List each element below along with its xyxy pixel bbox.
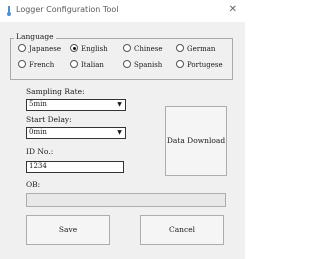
- data-download-button[interactable]: Data Download: [165, 106, 227, 176]
- dropdown-arrow-icon: ▼: [117, 101, 122, 108]
- radio-indicator: [70, 60, 78, 68]
- radio-german[interactable]: German: [176, 44, 215, 53]
- language-legend: Language: [14, 32, 56, 41]
- radio-chinese[interactable]: Chinese: [123, 44, 163, 53]
- radio-indicator: [123, 44, 131, 52]
- radio-portugese[interactable]: Portugese: [176, 60, 223, 69]
- radio-indicator-selected: [70, 44, 78, 52]
- thermometer-icon: [7, 6, 11, 16]
- sampling-rate-label: Sampling Rate:: [26, 87, 85, 96]
- radio-italian[interactable]: Italian: [70, 60, 104, 69]
- sampling-rate-value: 5min: [29, 100, 47, 108]
- sampling-rate-select[interactable]: 5min ▼: [26, 99, 126, 111]
- radio-indicator: [123, 60, 131, 68]
- id-no-value: 1234: [29, 162, 47, 170]
- radio-indicator: [18, 60, 26, 68]
- radio-indicator: [176, 44, 184, 52]
- start-delay-select[interactable]: 0min ▼: [26, 127, 126, 139]
- dropdown-arrow-icon: ▼: [117, 129, 122, 136]
- close-icon[interactable]: ✕: [229, 4, 237, 15]
- id-no-label: ID No.:: [26, 147, 54, 156]
- path-label: OB:: [26, 180, 41, 189]
- start-delay-label: Start Delay:: [26, 115, 72, 124]
- cancel-button[interactable]: Cancel: [140, 215, 224, 245]
- save-button[interactable]: Save: [26, 215, 110, 245]
- radio-japanese[interactable]: Japanese: [18, 44, 61, 53]
- path-field: [26, 193, 226, 207]
- radio-spanish[interactable]: Spanish: [123, 60, 162, 69]
- window-title: Logger Configuration Tool: [16, 5, 119, 14]
- start-delay-value: 0min: [29, 128, 47, 136]
- radio-french[interactable]: French: [18, 60, 54, 69]
- radio-indicator: [176, 60, 184, 68]
- title-bar: Logger Configuration Tool ✕: [0, 0, 245, 22]
- app-window: Logger Configuration Tool ✕ Language Jap…: [0, 0, 245, 259]
- radio-english[interactable]: English: [70, 44, 108, 53]
- radio-indicator: [18, 44, 26, 52]
- id-no-input[interactable]: 1234: [26, 161, 124, 173]
